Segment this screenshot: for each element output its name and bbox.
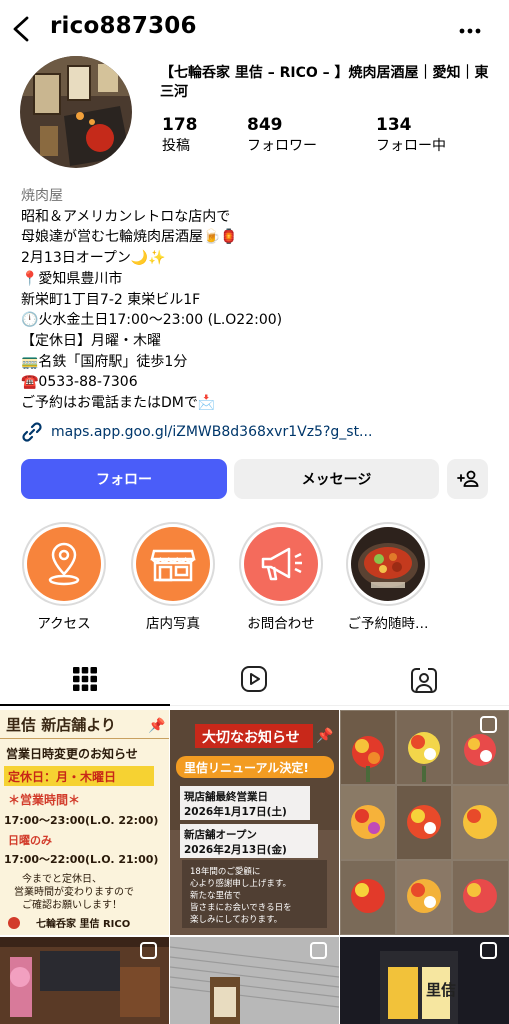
map-pin-icon [27, 527, 101, 601]
avatar[interactable] [20, 56, 132, 168]
bio-link[interactable]: maps.app.goo.gl/iZMWB8d368xvr1Vz5?g_st..… [21, 420, 372, 444]
post-thumbnail[interactable] [170, 937, 339, 1024]
add-person-icon [456, 470, 478, 487]
post-thumbnail[interactable] [0, 937, 169, 1024]
post-thumbnail[interactable]: 里佶 新店舗より 📌 営業日時変更のお知らせ 定休日：月・木曜日 ＊営業時間＊ … [0, 710, 169, 935]
stat-posts-label: 投稿 [162, 138, 190, 154]
post1-note: 営業時間が変わりますので [14, 885, 134, 898]
follow-button[interactable]: フォロー [21, 459, 227, 499]
post1-title: 里佶 新店舗より [6, 716, 116, 734]
bio-category: 焼肉屋 [21, 188, 63, 204]
link-icon [22, 422, 42, 442]
reels-icon[interactable] [240, 665, 268, 693]
post2-body: 皆さまにお会いできる日を [190, 902, 292, 913]
pin-icon: 📌 [148, 716, 166, 734]
post1-note: ご確認お願いします！ [22, 898, 122, 911]
post-thumbnail[interactable]: 大切なお知らせ 📌 里佶リニューアル決定! 現店舗最終営業日 2026年1月17… [170, 710, 339, 935]
post-thumbnail[interactable]: 里佶 [340, 937, 509, 1024]
post2-open: 2026年2月13日(金) [184, 843, 287, 856]
post2-body: 心より感謝申し上げます。 [190, 878, 291, 889]
food-photo [351, 527, 425, 601]
stat-posts-count: 178 [162, 115, 198, 135]
post1-sunday: 日曜のみ [8, 834, 52, 847]
post2-banner: 里佶リニューアル決定! [184, 760, 309, 775]
post1-sunday-hours: 17:00～22:00(L.O. 21:00) [4, 853, 158, 866]
megaphone-icon [244, 527, 318, 601]
storefront-icon [136, 527, 210, 601]
bio-line: 🚃名鉄「国府駅」徒歩1分 [21, 353, 188, 370]
stat-followers-label: フォロワー [247, 138, 317, 154]
tagged-icon[interactable] [409, 665, 439, 695]
post2-body: 楽しみにしております。 [190, 914, 282, 925]
chevron-left-icon[interactable] [10, 14, 32, 44]
highlight-label: 店内写真 [146, 616, 200, 632]
highlight-interior[interactable]: 店内写真 [131, 522, 215, 632]
stat-followers[interactable]: 849 フォロワー [247, 114, 317, 156]
post1-hours: 17:00～23:00(L.O. 22:00) [4, 814, 158, 827]
bio-link-text[interactable]: maps.app.goo.gl/iZMWB8d368xvr1Vz5?g_st..… [51, 424, 372, 440]
highlight-label: ご予約随時… [347, 616, 429, 632]
highlight-contact[interactable]: お問合わせ [239, 522, 323, 632]
post2-body: 新たな里佶で [190, 890, 241, 901]
bio-line: 2月13日オープン🌙✨ [21, 250, 166, 267]
bio-line: 母娘達が営む七輪焼肉居酒屋🍺🏮 [21, 229, 238, 246]
post2-last: 2026年1月17日(土) [184, 805, 287, 818]
active-tab-indicator [0, 704, 170, 706]
bio-line: ☎️0533-88-7306 [21, 374, 138, 391]
highlight-label: アクセス [37, 616, 91, 632]
suggest-users-button[interactable] [447, 459, 488, 499]
pin-icon: 📌 [316, 726, 334, 744]
bio-line: ご予約はお電話またはDMで📩 [21, 395, 216, 412]
bio-line: 新栄町1丁目7-2 東栄ビル1F [21, 291, 201, 308]
stat-following[interactable]: 134 フォロー中 [376, 114, 446, 156]
post1-closed: 定休日：月・木曜日 [8, 769, 116, 784]
stat-following-count: 134 [376, 115, 412, 135]
highlight-access[interactable]: アクセス [22, 522, 106, 632]
post-thumbnail[interactable] [340, 710, 509, 935]
bio-line: 【定休日】月曜・木曜 [21, 332, 161, 349]
stat-posts[interactable]: 178 投稿 [162, 114, 198, 156]
post2-body: 18年間のご愛顧に [190, 866, 260, 877]
profile-username: rico887306 [50, 13, 197, 39]
bio-line: 昭和＆アメリカンレトロな店内で [21, 208, 231, 225]
bio: 焼肉屋 昭和＆アメリカンレトロな店内で 母娘達が営む七輪焼肉居酒屋🍺🏮 2月13… [21, 186, 491, 414]
post6-sign: 里佶 [426, 981, 456, 999]
bio-line: 🕛火水金土日17:00～23:00 (L.O22:00) [21, 312, 283, 329]
top-bar: rico887306 [0, 0, 509, 60]
stat-following-label: フォロー中 [376, 138, 446, 154]
post1-hours-title: ＊営業時間＊ [8, 792, 80, 807]
display-name: 【七輪呑家 里佶 – RICO – 】焼肉居酒屋｜愛知｜東三河 [160, 65, 489, 100]
post2-open: 新店舗オープン [184, 828, 257, 841]
stat-followers-count: 849 [247, 115, 283, 135]
profile-tabs [0, 652, 509, 708]
tab-divider [170, 705, 509, 706]
post1-shop: 七輪呑家 里佶 RICO [36, 917, 130, 930]
highlight-reservation[interactable]: ご予約随時… [346, 522, 430, 632]
more-dots-icon[interactable] [455, 16, 485, 46]
post1-note: 今までと定休日、 [22, 872, 102, 885]
post2-last: 現店舗最終営業日 [184, 790, 268, 803]
bio-line: 📍愛知県豊川市 [21, 270, 123, 287]
grid-icon[interactable] [72, 666, 98, 692]
message-button[interactable]: メッセージ [234, 459, 439, 499]
post1-notice: 営業日時変更のお知らせ [6, 746, 138, 761]
post2-title: 大切なお知らせ [202, 729, 300, 746]
highlight-label: お問合わせ [247, 616, 315, 632]
